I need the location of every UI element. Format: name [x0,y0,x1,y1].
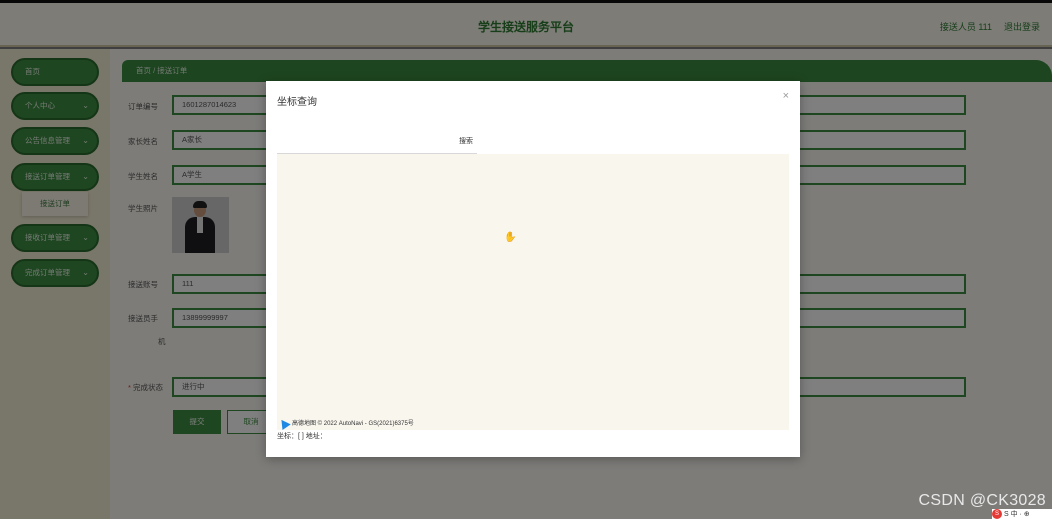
map-logo-icon [277,416,291,431]
ime-logo-icon: S [992,509,1002,519]
dialog-title: 坐标查询 [277,97,317,108]
map-attribution-text: 高德地图 © 2022 AutoNavi - GS(2021)6375号 [292,421,414,428]
coordinate-query-dialog: 坐标查询 × 搜索 ✋ 高德地图 © 2022 AutoNavi - GS(20… [266,81,800,457]
map-attribution: 高德地图 © 2022 AutoNavi - GS(2021)6375号 [277,416,414,431]
close-icon[interactable]: × [783,90,789,102]
ime-text: S 中 · ⊕ [1004,511,1030,518]
ime-toolbar[interactable]: SS 中 · ⊕ [992,509,1052,519]
map-canvas[interactable]: ✋ 高德地图 © 2022 AutoNavi - GS(2021)6375号 [277,154,789,431]
map-search-input[interactable]: 搜索 [277,127,477,154]
watermark: CSDN @CK3028 [918,492,1046,509]
search-button[interactable]: 搜索 [459,136,473,146]
hand-cursor-icon: ✋ [504,232,517,243]
coordinates-readout: 坐标：[ ] 地址： [277,433,327,440]
